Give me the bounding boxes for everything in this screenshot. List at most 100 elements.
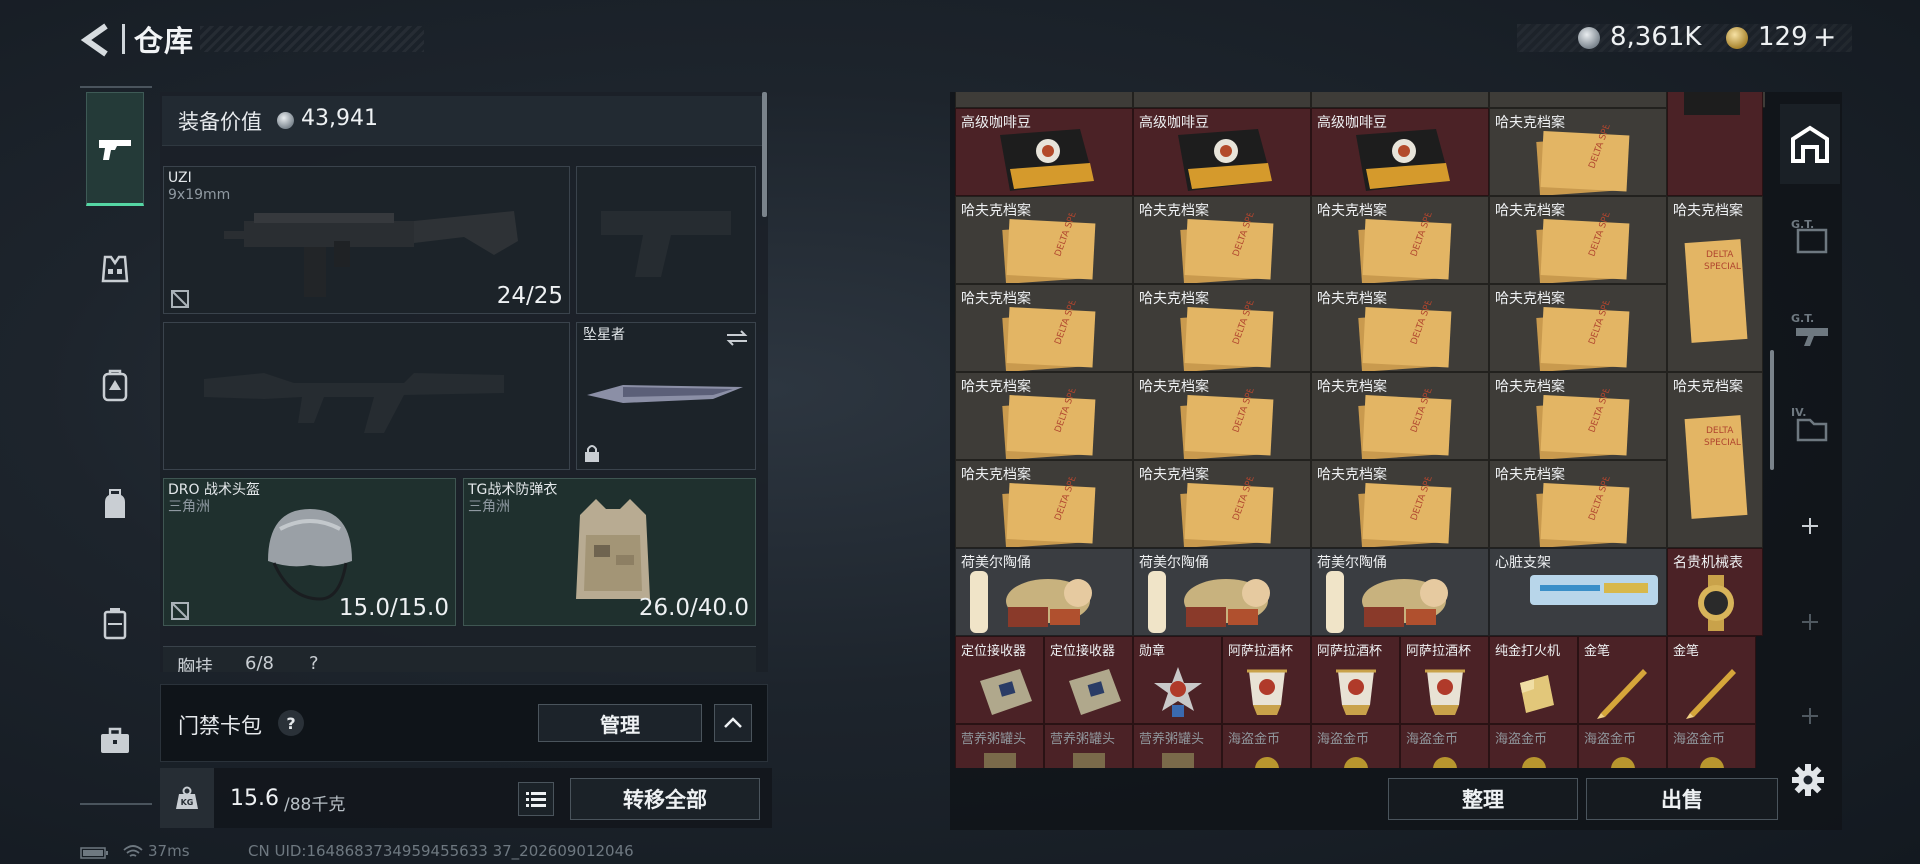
storage-item-label: 哈夫克档案 [961, 291, 1031, 307]
chest-rig-help[interactable]: ? [309, 653, 319, 672]
storage-tab-main[interactable] [1780, 104, 1840, 184]
nav-tab-armor-bag[interactable] [86, 356, 144, 414]
storage-item-coin[interactable]: 海盗金币 [1667, 724, 1756, 768]
storage-item-receiver[interactable]: 定位接收器 [1044, 636, 1133, 724]
storage-item-coin[interactable]: 海盗金币 [1222, 724, 1311, 768]
storage-item-cup[interactable]: 阿萨拉酒杯 [1400, 636, 1489, 724]
pistol-slot[interactable] [576, 166, 756, 314]
storage-item-file[interactable]: DELTA SPECIAL 哈夫克档案 [1311, 460, 1489, 548]
collapse-button[interactable] [714, 704, 752, 742]
storage-item-file[interactable]: DELTA SPECIAL 哈夫克档案 [1311, 196, 1489, 284]
storage-item-file[interactable]: DELTA SPECIAL 哈夫克档案 [1133, 372, 1311, 460]
storage-item-file[interactable]: DELTA SPECIAL 哈夫克档案 [1489, 460, 1667, 548]
storage-item-stent[interactable]: 心脏支架 [1489, 548, 1667, 636]
cup-icon [1326, 661, 1386, 723]
storage-item-coffee[interactable]: 高级咖啡豆 [955, 108, 1133, 196]
file-icon: DELTA SPECIAL [1524, 461, 1634, 547]
add-storage-tab-3[interactable] [1780, 676, 1840, 756]
storage-item-coffee-edge[interactable] [1667, 92, 1763, 196]
storage-item-label: 阿萨拉酒杯 [1406, 644, 1472, 659]
storage-item-file[interactable]: DELTA SPECIAL 哈夫克档案 [955, 284, 1133, 372]
equipment-scrollbar[interactable] [762, 92, 767, 217]
storage-item-pen[interactable]: 金笔 [1667, 636, 1756, 724]
storage-item-file[interactable]: DELTA SPECIAL 哈夫克档案 [955, 460, 1133, 548]
sell-button[interactable]: 出售 [1586, 778, 1778, 820]
storage-item-receiver[interactable]: 定位接收器 [955, 636, 1044, 724]
storage-item-coin[interactable]: 海盗金币 [1489, 724, 1578, 768]
nav-tab-pouch[interactable] [86, 594, 144, 652]
sort-button[interactable]: 整理 [1388, 778, 1578, 820]
storage-item-figurine[interactable]: 荷美尔陶俑 [1133, 548, 1311, 636]
storage-item-file[interactable]: DELTA SPECIAL 哈夫克档案 [1489, 108, 1667, 196]
nav-tab-backpack[interactable] [86, 476, 144, 534]
svg-text:SPECIAL: SPECIAL [1704, 438, 1741, 448]
storage-item-partial[interactable] [955, 92, 1133, 108]
back-button[interactable] [78, 20, 114, 60]
file-icon: DELTA SPECIAL [1346, 373, 1456, 459]
storage-item-file[interactable]: DELTA SPECIAL 哈夫克档案 [1489, 284, 1667, 372]
nav-tab-briefcase[interactable] [86, 712, 144, 770]
storage-scrollbar[interactable] [1770, 350, 1774, 470]
transfer-all-button[interactable]: 转移全部 [570, 778, 760, 820]
storage-item-file[interactable]: DELTA SPECIAL 哈夫克档案 [1133, 284, 1311, 372]
storage-item-coin[interactable]: 海盗金币 [1311, 724, 1400, 768]
nav-divider-top [80, 86, 152, 88]
storage-item-watch[interactable]: 名贵机械表 [1667, 548, 1763, 636]
storage-item-pen[interactable]: 金笔 [1578, 636, 1667, 724]
storage-item-file[interactable]: DELTA SPECIAL 哈夫克档案 [1311, 284, 1489, 372]
storage-item-coin[interactable]: 海盗金币 [1400, 724, 1489, 768]
storage-item-file[interactable]: DELTA SPECIAL 哈夫克档案 [1133, 460, 1311, 548]
list-view-button[interactable] [518, 782, 554, 816]
add-storage-tab-2[interactable] [1780, 582, 1840, 662]
storage-item-cup[interactable]: 阿萨拉酒杯 [1222, 636, 1311, 724]
storage-item-partial[interactable] [1311, 92, 1489, 108]
storage-item-lighter[interactable]: 纯金打火机 [1489, 636, 1578, 724]
storage-item-file[interactable]: DELTA SPECIAL 哈夫克档案 [1133, 196, 1311, 284]
storage-item-partial[interactable] [1133, 92, 1311, 108]
storage-item-coin[interactable]: 海盗金币 [1578, 724, 1667, 768]
figurine-icon [960, 565, 1130, 635]
storage-tab-3[interactable]: G.T. [1780, 290, 1840, 370]
file-icon: DELTA SPECIAL [1524, 109, 1634, 195]
storage-item-coffee[interactable]: 高级咖啡豆 [1133, 108, 1311, 196]
storage-item-file-tall[interactable]: DELTA SPECIAL 哈夫克档案 [1667, 196, 1763, 372]
storage-item-can[interactable]: 营养粥罐头 [1133, 724, 1222, 768]
storage-item-figurine[interactable]: 荷美尔陶俑 [1311, 548, 1489, 636]
storage-item-medal[interactable]: 勋章 [1133, 636, 1222, 724]
storage-item-label: 哈夫克档案 [961, 379, 1031, 395]
settings-button[interactable] [1790, 762, 1826, 802]
storage-item-file[interactable]: DELTA SPECIAL 哈夫克档案 [1489, 196, 1667, 284]
storage-item-figurine[interactable]: 荷美尔陶俑 [955, 548, 1133, 636]
storage-tab-4[interactable]: IV. [1780, 384, 1840, 464]
nav-tab-weapons[interactable] [86, 120, 144, 178]
storage-item-cup[interactable]: 阿萨拉酒杯 [1311, 636, 1400, 724]
chest-rig-row[interactable]: 胸挂 6/8 ? [163, 646, 756, 672]
manage-button[interactable]: 管理 [538, 704, 702, 742]
storage-item-file-tall[interactable]: DELTA SPECIAL 哈夫克档案 [1667, 372, 1763, 548]
storage-item-label: 营养粥罐头 [961, 732, 1027, 747]
melee-slot[interactable]: 坠星者 [576, 322, 756, 470]
nav-tab-vest[interactable] [86, 240, 144, 298]
storage-item-file[interactable]: DELTA SPECIAL 哈夫克档案 [955, 196, 1133, 284]
storage-item-file[interactable]: DELTA SPECIAL 哈夫克档案 [955, 372, 1133, 460]
add-storage-tab-1[interactable] [1780, 486, 1840, 566]
armor-slot[interactable]: TG战术防弹衣 三角洲 26.0/40.0 [463, 478, 756, 626]
helmet-slot[interactable]: DRO 战术头盔 三角洲 15.0/15.0 [163, 478, 456, 626]
storage-item-can[interactable]: 营养粥罐头 [1044, 724, 1133, 768]
add-currency-button[interactable]: + [1813, 20, 1836, 53]
coin-icon [1326, 747, 1386, 768]
chevron-up-icon [724, 717, 742, 728]
primary-weapon-slot[interactable]: UZI 9x19mm 24/25 [163, 166, 570, 314]
storage-item-label: 海盗金币 [1228, 732, 1281, 747]
storage-item-file[interactable]: DELTA SPECIAL 哈夫克档案 [1489, 372, 1667, 460]
armor-name: TG战术防弹衣 [468, 482, 558, 498]
swap-icon[interactable] [725, 329, 749, 347]
storage-tab-2[interactable]: G.T. [1780, 196, 1840, 276]
storage-item-coffee[interactable]: 高级咖啡豆 [1311, 108, 1489, 196]
storage-item-can[interactable]: 营养粥罐头 [955, 724, 1044, 768]
can-icon [1148, 747, 1208, 768]
storage-item-file[interactable]: DELTA SPECIAL 哈夫克档案 [1311, 372, 1489, 460]
storage-item-partial[interactable] [1489, 92, 1667, 108]
secondary-weapon-slot[interactable] [163, 322, 570, 470]
keycase-help-button[interactable]: ? [278, 710, 304, 736]
